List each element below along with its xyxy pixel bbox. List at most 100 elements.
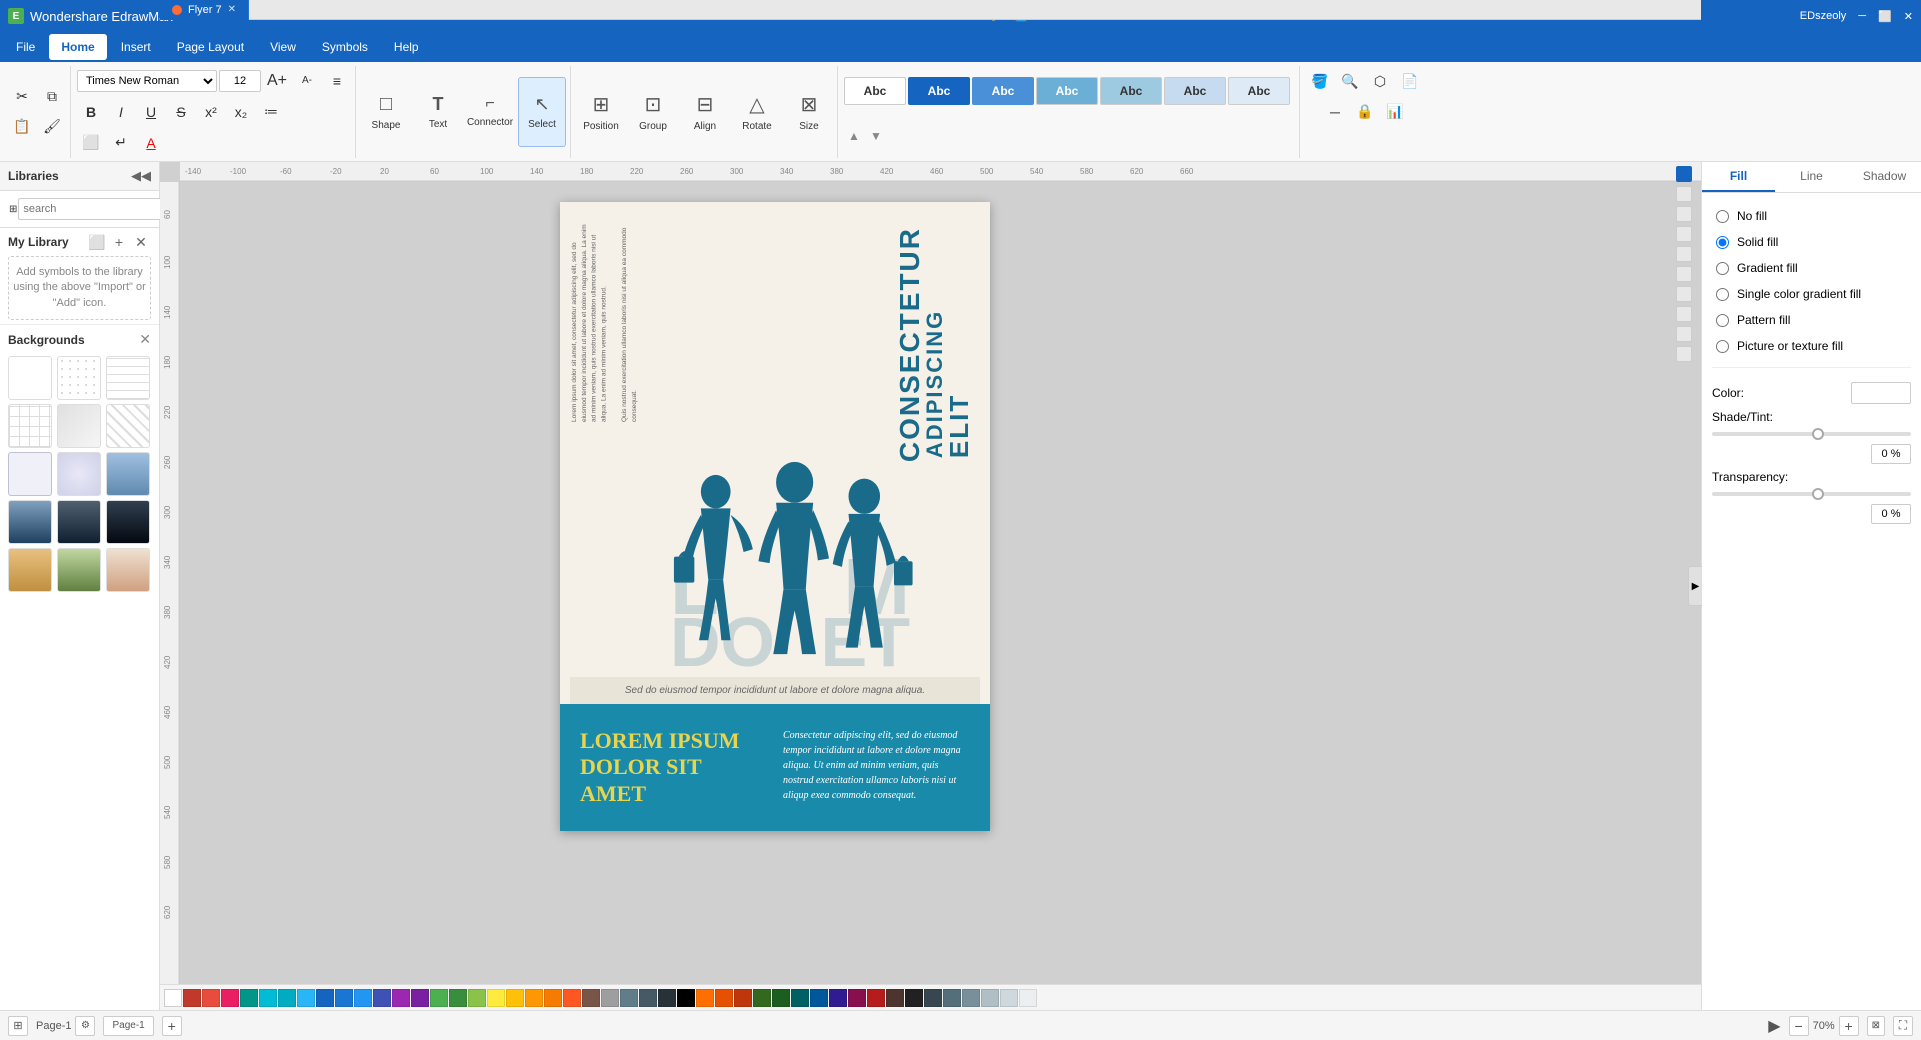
- color-swatch-extra14[interactable]: [943, 989, 961, 1007]
- increase-font-btn[interactable]: A+: [263, 67, 291, 95]
- color-swatch-extra12[interactable]: [905, 989, 923, 1007]
- bg-item-7[interactable]: [8, 452, 52, 496]
- bg-item-cross[interactable]: [8, 404, 52, 448]
- no-fill-option[interactable]: No fill: [1712, 203, 1911, 229]
- color-picker-btn[interactable]: [1851, 382, 1911, 404]
- my-lib-icon1[interactable]: ⬜: [87, 232, 107, 252]
- fullscreen-btn[interactable]: ⛶: [1893, 1016, 1913, 1036]
- color-swatch-blue3[interactable]: [354, 989, 372, 1007]
- panel-icon-5[interactable]: [1676, 246, 1692, 262]
- italic-btn[interactable]: I: [107, 98, 135, 126]
- search-replace-btn[interactable]: 🔍: [1336, 68, 1364, 96]
- abc-style-7[interactable]: Abc: [1228, 77, 1290, 105]
- menu-view[interactable]: View: [258, 34, 308, 60]
- list-btn[interactable]: ≔: [257, 98, 285, 126]
- bg-item-dots[interactable]: [57, 356, 101, 400]
- search-input[interactable]: [18, 198, 170, 220]
- color-swatch-extra11[interactable]: [886, 989, 904, 1007]
- no-fill-radio[interactable]: [1716, 210, 1729, 223]
- bold-btn[interactable]: B: [77, 98, 105, 126]
- color-swatch-orange1[interactable]: [525, 989, 543, 1007]
- fill-tab[interactable]: Fill: [1702, 162, 1775, 192]
- page-view-btn[interactable]: 📄: [1396, 68, 1424, 96]
- color-swatch-white[interactable]: [164, 989, 182, 1007]
- bg-item-13[interactable]: [8, 548, 52, 592]
- color-swatch-black[interactable]: [677, 989, 695, 1007]
- canvas-content[interactable]: Lorem ipsum dolor sit amet, consectetur …: [180, 182, 1701, 1010]
- line-style-btn[interactable]: ─: [1321, 98, 1349, 126]
- color-swatch-extra2[interactable]: [715, 989, 733, 1007]
- canvas-tab-close[interactable]: ✕: [228, 4, 236, 15]
- page-tab[interactable]: Page-1: [103, 1016, 153, 1036]
- color-swatch-skyblue[interactable]: [297, 989, 315, 1007]
- rotate-btn[interactable]: △ Rotate: [733, 77, 781, 147]
- lock-btn[interactable]: 🔒: [1351, 98, 1379, 126]
- color-swatch-teal1[interactable]: [240, 989, 258, 1007]
- color-swatch-dark1[interactable]: [639, 989, 657, 1007]
- page-settings-btn[interactable]: ⚙: [75, 1016, 95, 1036]
- color-swatch-extra3[interactable]: [734, 989, 752, 1007]
- color-swatch-blue2[interactable]: [335, 989, 353, 1007]
- color-swatch-extra6[interactable]: [791, 989, 809, 1007]
- color-swatch-extra17[interactable]: [1000, 989, 1018, 1007]
- diagram-btn[interactable]: 📊: [1381, 98, 1409, 126]
- color-swatch-purple2[interactable]: [411, 989, 429, 1007]
- text-tool-btn[interactable]: T Text: [414, 77, 462, 147]
- color-swatch-teal2[interactable]: [259, 989, 277, 1007]
- bg-item-8[interactable]: [57, 452, 101, 496]
- canvas-tab-flyer7[interactable]: Flyer 7 ✕: [160, 0, 249, 20]
- abc-scroll-down[interactable]: ▼: [866, 126, 886, 146]
- abc-scroll-up[interactable]: ▲: [844, 126, 864, 146]
- abc-style-1[interactable]: Abc: [844, 77, 906, 105]
- subscript-btn[interactable]: x₂: [227, 98, 255, 126]
- font-name-select[interactable]: Times New Roman Arial Calibri: [77, 70, 217, 92]
- panel-icon-8[interactable]: [1676, 306, 1692, 322]
- bg-item-11[interactable]: [57, 500, 101, 544]
- color-swatch-yellow2[interactable]: [506, 989, 524, 1007]
- color-swatch-extra18[interactable]: [1019, 989, 1037, 1007]
- color-swatch-orange2[interactable]: [544, 989, 562, 1007]
- abc-style-6[interactable]: Abc: [1164, 77, 1226, 105]
- backgrounds-title[interactable]: Backgrounds: [8, 333, 85, 347]
- my-lib-close-btn[interactable]: ✕: [131, 232, 151, 252]
- play-btn[interactable]: ▶: [1768, 1016, 1780, 1036]
- color-swatch-extra4[interactable]: [753, 989, 771, 1007]
- color-swatch-indigo[interactable]: [373, 989, 391, 1007]
- fit-page-btn[interactable]: ⊠: [1867, 1016, 1885, 1036]
- transparency-value-input[interactable]: [1871, 504, 1911, 524]
- bg-item-6[interactable]: [106, 404, 150, 448]
- line-wrap-btn[interactable]: ↵: [107, 129, 135, 157]
- format-painter-btn[interactable]: 🖌: [38, 113, 66, 141]
- single-color-gradient-radio[interactable]: [1716, 288, 1729, 301]
- select-tool-btn[interactable]: ↖ Select: [518, 77, 566, 147]
- search-type-btn[interactable]: ⊞: [8, 195, 18, 223]
- gradient-fill-radio[interactable]: [1716, 262, 1729, 275]
- canvas-area[interactable]: -140 -100 -60 -20 20 60 100 140 180 220 …: [160, 162, 1701, 1010]
- my-lib-add-btn[interactable]: +: [109, 232, 129, 252]
- shape-tool-btn[interactable]: □ Shape: [362, 77, 410, 147]
- color-swatch-pink[interactable]: [221, 989, 239, 1007]
- color-swatch-dark2[interactable]: [658, 989, 676, 1007]
- gradient-fill-option[interactable]: Gradient fill: [1712, 255, 1911, 281]
- panel-icon-fill[interactable]: [1676, 166, 1692, 182]
- decrease-font-btn[interactable]: A-: [293, 67, 321, 95]
- solid-fill-option[interactable]: Solid fill: [1712, 229, 1911, 255]
- flyer-document[interactable]: Lorem ipsum dolor sit amet, consectetur …: [560, 202, 990, 831]
- menu-help[interactable]: Help: [382, 34, 431, 60]
- color-swatch-green1[interactable]: [430, 989, 448, 1007]
- color-swatch-deeporange[interactable]: [563, 989, 581, 1007]
- color-swatch-red1[interactable]: [183, 989, 201, 1007]
- abc-style-3[interactable]: Abc: [972, 77, 1034, 105]
- bg-item-lines[interactable]: [106, 356, 150, 400]
- color-swatch-extra1[interactable]: [696, 989, 714, 1007]
- minimize-btn[interactable]: ─: [1858, 10, 1866, 22]
- color-swatch-grey1[interactable]: [601, 989, 619, 1007]
- panel-icon-6[interactable]: [1676, 266, 1692, 282]
- pattern-fill-option[interactable]: Pattern fill: [1712, 307, 1911, 333]
- shadow-tab[interactable]: Shadow: [1848, 162, 1921, 192]
- panel-icon-7[interactable]: [1676, 286, 1692, 302]
- color-swatch-extra13[interactable]: [924, 989, 942, 1007]
- panel-icon-4[interactable]: [1676, 226, 1692, 242]
- shade-slider-thumb[interactable]: [1812, 428, 1824, 440]
- abc-style-4[interactable]: Abc: [1036, 77, 1098, 105]
